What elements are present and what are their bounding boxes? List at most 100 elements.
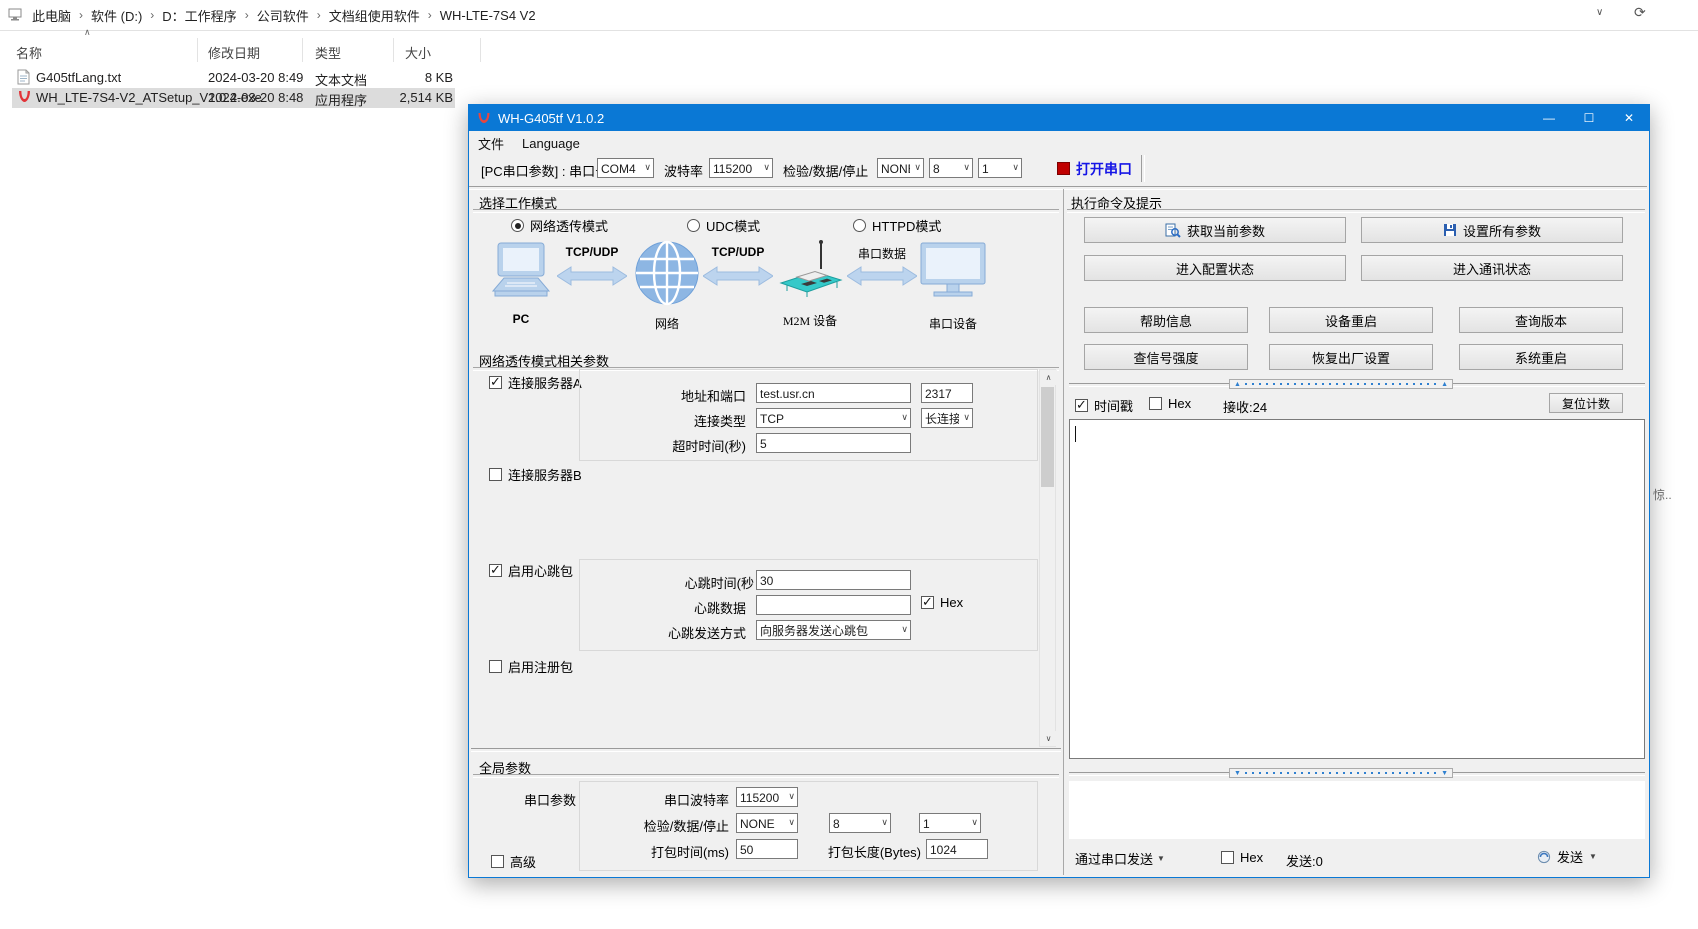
timestamp-checkbox[interactable]: 时间戳 (1075, 396, 1133, 415)
column-divider[interactable] (393, 38, 394, 62)
receive-textarea[interactable] (1069, 419, 1645, 759)
checkbox-icon[interactable] (489, 376, 502, 389)
menu-language[interactable]: Language (513, 136, 589, 151)
pack-len-input[interactable]: 1024 (926, 839, 988, 859)
splitter-up-icon[interactable]: ▲ (1234, 381, 1241, 388)
maximize-button[interactable]: ☐ (1569, 105, 1609, 131)
scroll-up-icon[interactable]: ∧ (1040, 370, 1057, 385)
radio-transparent-mode[interactable]: 网络透传模式 (511, 216, 608, 235)
menu-file[interactable]: 文件 (469, 134, 513, 153)
reset-count-button[interactable]: 复位计数 (1549, 393, 1623, 413)
heartbeat-data-input[interactable] (756, 595, 911, 615)
breadcrumb-company-folder[interactable]: 公司软件 (251, 6, 315, 25)
parity-data-stop-label: 检验/数据/停止 (783, 161, 868, 180)
recv-hex-checkbox[interactable]: Hex (1149, 396, 1191, 411)
checkbox-icon[interactable] (491, 855, 504, 868)
advanced-checkbox[interactable]: 高级 (491, 852, 536, 871)
breadcrumb-docs-folder[interactable]: 文档组使用软件 (323, 6, 426, 25)
heartbeat-hex-checkbox[interactable]: Hex (921, 595, 963, 610)
timeout-input[interactable]: 5 (756, 433, 911, 453)
open-serial-button[interactable]: 打开串口 (1057, 155, 1133, 182)
system-restart-button[interactable]: 系统重启 (1459, 344, 1623, 370)
radio-icon[interactable] (853, 219, 866, 232)
splitter-down-icon[interactable]: ▼ (1234, 770, 1241, 777)
checkbox-icon[interactable] (489, 468, 502, 481)
close-button[interactable]: ✕ (1609, 105, 1649, 131)
global-databits-select[interactable]: 8∨ (829, 813, 891, 833)
column-divider[interactable] (197, 38, 198, 62)
get-params-button[interactable]: 获取当前参数 (1084, 217, 1346, 243)
parity-select[interactable]: NONE∨ (877, 158, 924, 178)
breadcrumb-drive-d[interactable]: 软件 (D:) (85, 6, 148, 25)
com-port-select[interactable]: COM4∨ (597, 158, 654, 178)
splitter-handle[interactable]: ▲ ▲ (1229, 379, 1453, 389)
stopbits-select[interactable]: 1∨ (978, 158, 1022, 178)
baud-select[interactable]: 115200∨ (709, 158, 773, 178)
refresh-icon[interactable]: ⟳ (1634, 4, 1646, 21)
radio-icon[interactable] (511, 219, 524, 232)
server-a-checkbox[interactable]: 连接服务器A (489, 373, 582, 392)
send-button[interactable]: 发送 ▼ (1537, 847, 1597, 866)
send-via-serial-dropdown[interactable]: 通过串口发送 ▼ (1075, 849, 1165, 868)
serial-device-icon (917, 241, 989, 308)
checkbox-icon[interactable] (1075, 399, 1088, 412)
radio-udc-mode[interactable]: UDC模式 (687, 216, 760, 235)
global-stopbits-select[interactable]: 1∨ (919, 813, 981, 833)
breadcrumb-current-folder[interactable]: WH-LTE-7S4 V2 (434, 8, 542, 23)
heartbeat-checkbox[interactable]: 启用心跳包 (489, 561, 573, 580)
databits-select[interactable]: 8∨ (929, 158, 973, 178)
scroll-down-icon[interactable]: ∨ (1040, 731, 1057, 746)
left-panel-scrollbar[interactable]: ∧ ∨ (1039, 369, 1056, 747)
column-divider[interactable] (302, 38, 303, 62)
column-divider[interactable] (480, 38, 481, 62)
scrollbar-thumb[interactable] (1041, 387, 1054, 487)
checkbox-label: Hex (940, 595, 963, 610)
device-restart-button[interactable]: 设备重启 (1269, 307, 1433, 333)
conn-mode-select[interactable]: 长连接∨ (921, 408, 973, 428)
enter-comm-state-button[interactable]: 进入通讯状态 (1361, 255, 1623, 281)
query-version-button[interactable]: 查询版本 (1459, 307, 1623, 333)
global-parity-select[interactable]: NONE∨ (736, 813, 798, 833)
file-size: 2,514 KB (385, 90, 453, 105)
file-name[interactable]: G405tfLang.txt (36, 70, 121, 85)
checkbox-icon[interactable] (1149, 397, 1162, 410)
checkbox-icon[interactable] (489, 564, 502, 577)
column-header-date[interactable]: 修改日期 (208, 43, 260, 62)
set-all-params-button[interactable]: 设置所有参数 (1361, 217, 1623, 243)
server-b-checkbox[interactable]: 连接服务器B (489, 465, 582, 484)
radio-label: UDC模式 (706, 216, 760, 235)
breadcrumb-work-folder[interactable]: D：工作程序 (156, 6, 242, 25)
global-baud-select[interactable]: 115200∨ (736, 787, 798, 807)
factory-reset-button[interactable]: 恢复出厂设置 (1269, 344, 1433, 370)
heartbeat-mode-select[interactable]: 向服务器发送心跳包∨ (756, 620, 911, 640)
register-checkbox[interactable]: 启用注册包 (489, 657, 573, 676)
radio-httpd-mode[interactable]: HTTPD模式 (853, 216, 941, 235)
breadcrumb-this-pc[interactable]: 此电脑 (26, 6, 77, 25)
column-header-type[interactable]: 类型 (315, 43, 341, 62)
checkbox-icon[interactable] (1221, 851, 1234, 864)
title-bar[interactable]: WH-G405tf V1.0.2 — ☐ ✕ (469, 105, 1649, 131)
signal-strength-button[interactable]: 查信号强度 (1084, 344, 1248, 370)
column-header-name[interactable]: 名称 (16, 43, 42, 62)
enter-config-state-button[interactable]: 进入配置状态 (1084, 255, 1346, 281)
server-a-port-input[interactable]: 2317 (921, 383, 973, 403)
file-type: 应用程序 (315, 90, 367, 109)
splitter-up-icon[interactable]: ▲ (1441, 381, 1448, 388)
conn-type-select[interactable]: TCP∨ (756, 408, 911, 428)
help-info-button[interactable]: 帮助信息 (1084, 307, 1248, 333)
pack-time-input[interactable]: 50 (736, 839, 798, 859)
checkbox-icon[interactable] (489, 660, 502, 673)
left-panel-separator[interactable] (471, 748, 1061, 752)
radio-label: HTTPD模式 (872, 216, 941, 235)
heartbeat-time-input[interactable]: 30 (756, 570, 911, 590)
radio-icon[interactable] (687, 219, 700, 232)
splitter-handle[interactable]: ▼ ▼ (1229, 768, 1453, 778)
splitter-down-icon[interactable]: ▼ (1441, 770, 1448, 777)
send-textarea[interactable] (1069, 781, 1645, 839)
address-dropdown-icon[interactable]: ∨ (1596, 7, 1603, 18)
checkbox-icon[interactable] (921, 596, 934, 609)
column-header-size[interactable]: 大小 (405, 43, 431, 62)
send-hex-checkbox[interactable]: Hex (1221, 850, 1263, 865)
minimize-button[interactable]: — (1529, 105, 1569, 131)
server-a-address-input[interactable]: test.usr.cn (756, 383, 911, 403)
